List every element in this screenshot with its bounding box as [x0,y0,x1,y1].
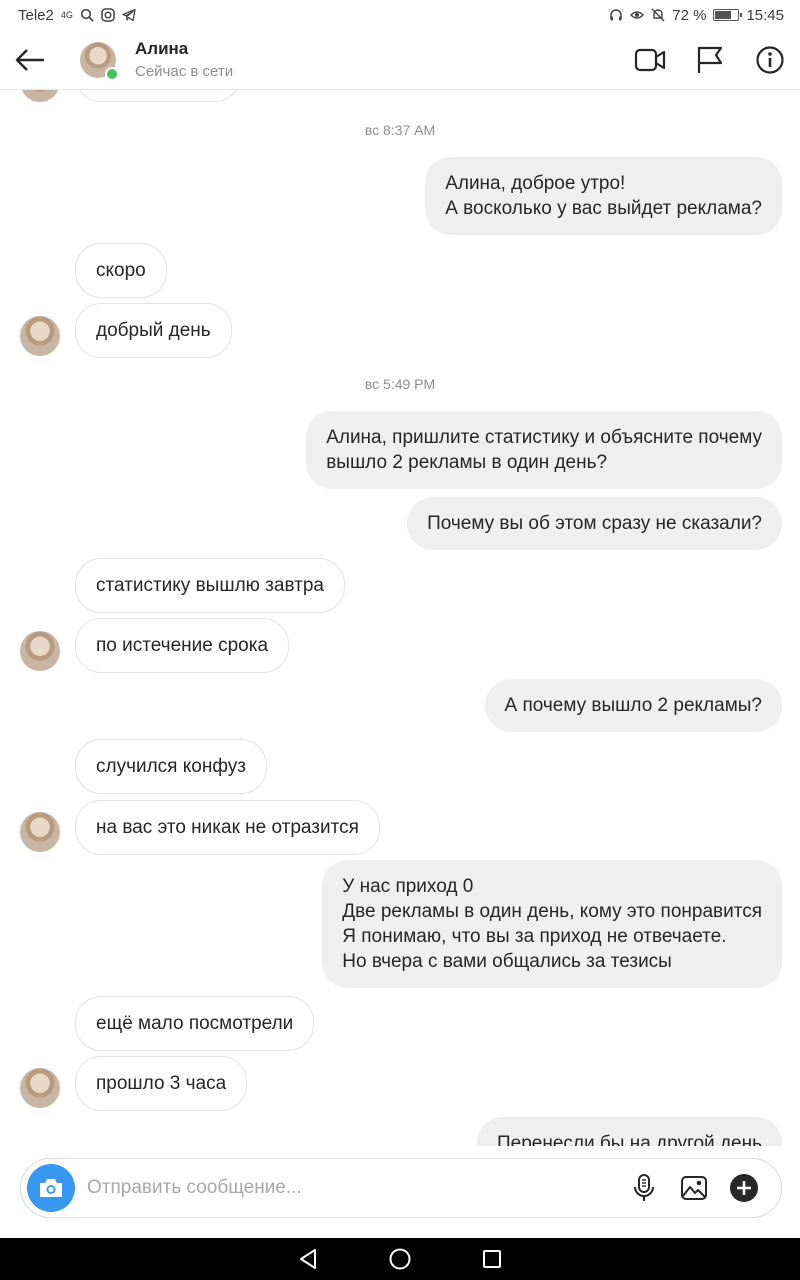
message-incoming[interactable]: добрый день [75,303,232,358]
message-incoming[interactable]: скоро [75,243,167,298]
message-outgoing[interactable]: А почему вышло 2 рекламы? [484,679,782,732]
message-incoming[interactable]: на вас это никак не отразится [75,800,380,855]
message-outgoing[interactable]: Алина, пришлите статистику и объясните п… [306,411,782,489]
message-avatar[interactable] [20,1068,60,1108]
online-indicator [105,66,119,81]
message-outgoing[interactable]: У нас приход 0 Две рекламы в один день, … [322,860,782,988]
back-triangle-icon [300,1249,316,1269]
header-actions [634,44,800,76]
message-avatar[interactable] [20,812,60,852]
info-icon [756,45,784,74]
home-circle-icon [389,1248,411,1270]
message-outgoing[interactable]: Перенесли бы на другой день [476,1117,782,1146]
message-thread[interactable]: вс 8:37 AM Алина, доброе утро! А восколь… [0,90,800,1146]
message-outgoing[interactable]: Почему вы об этом сразу не сказали? [407,497,782,550]
signal-icon: 4G [60,10,73,20]
message-incoming[interactable]: ещё мало посмотрели [75,996,315,1051]
telegram-status-icon [122,8,136,22]
mute-icon [651,8,665,22]
video-call-icon [634,48,666,71]
composer-bar [0,1146,800,1238]
message-composer [20,1158,782,1218]
contact-info[interactable]: Алина Сейчас в сети [135,39,233,80]
recents-square-icon [483,1250,501,1268]
nav-recents-button[interactable] [478,1245,506,1273]
chat-header: Алина Сейчас в сети [0,30,800,90]
system-nav-bar [0,1238,800,1280]
status-bar: Tele2 4G 72 % 15:45 [0,0,800,30]
message-avatar[interactable] [20,631,60,671]
eye-icon [630,11,645,19]
more-options-button[interactable] [729,1173,759,1203]
contact-status: Сейчас в сети [135,63,234,80]
message-incoming[interactable]: статистику вышлю завтра [75,558,345,613]
message-incoming[interactable]: случился конфуз [75,739,267,794]
message-avatar[interactable] [20,316,60,356]
back-button[interactable] [0,30,60,90]
video-call-button[interactable] [634,44,666,76]
instagram-status-icon [101,8,115,22]
nav-home-button[interactable] [386,1245,414,1273]
arrow-left-icon [15,48,44,71]
battery-icon [713,9,743,21]
nav-back-button[interactable] [294,1245,322,1273]
carrier-label: Tele2 [18,6,54,24]
info-button[interactable] [754,44,786,76]
status-left: Tele2 4G [18,7,136,24]
timestamp: вс 5:49 PM [364,376,436,392]
composer-actions [629,1173,781,1203]
message-input[interactable] [87,1177,629,1199]
plus-icon [730,1174,758,1202]
search-status-icon [80,8,94,22]
battery-percent: 72 % [672,6,707,24]
voice-message-button[interactable] [629,1173,659,1203]
gallery-button[interactable] [679,1173,709,1203]
status-right: 72 % 15:45 [609,7,784,24]
microphone-icon [634,1174,654,1201]
camera-icon [40,1179,62,1197]
clock: 15:45 [746,6,784,24]
camera-button[interactable] [27,1164,75,1212]
gallery-icon [681,1176,707,1200]
message-outgoing[interactable]: Алина, доброе утро! А восколько у вас вы… [425,157,782,235]
timestamp: вс 8:37 AM [364,122,436,138]
headphones-icon [610,9,622,21]
message-avatar[interactable] [20,90,60,102]
message-incoming[interactable]: прошло 3 часа [75,1056,248,1111]
contact-avatar[interactable] [80,41,119,81]
message-bubble-partial [75,90,241,102]
flag-icon [697,46,723,73]
contact-name: Алина [135,39,189,58]
message-incoming[interactable]: по истечение срока [75,618,290,673]
report-button[interactable] [694,44,726,76]
